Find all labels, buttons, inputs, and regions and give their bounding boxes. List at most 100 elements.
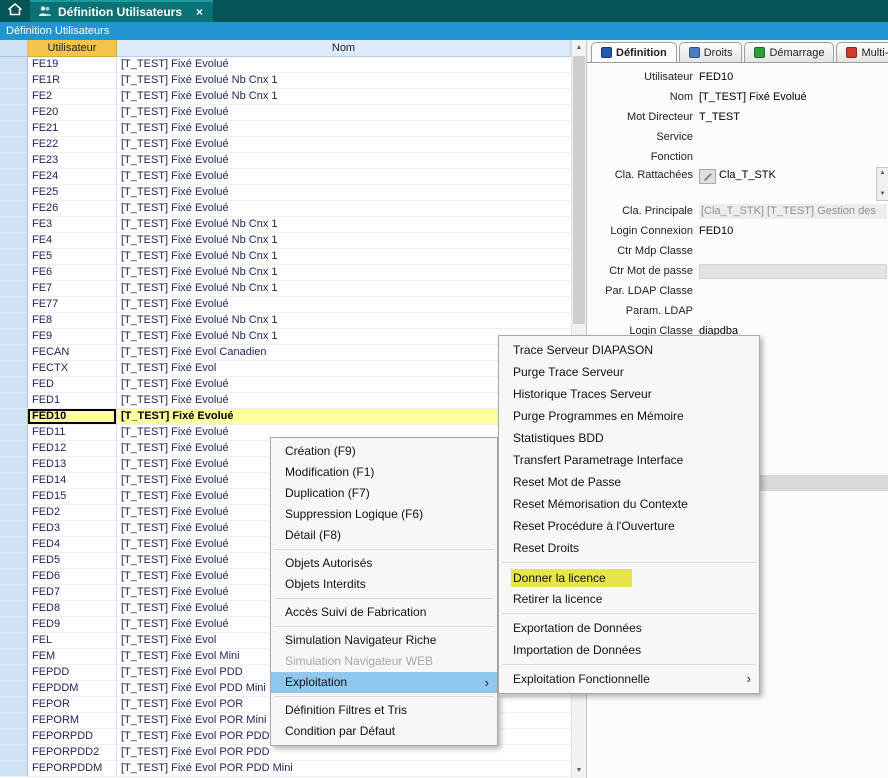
cell-utilisateur[interactable]: FEM [28,649,117,665]
cell-nom[interactable]: [T_TEST] Fixé Evolué Nb Cnx 1 [117,73,571,89]
cell-utilisateur[interactable]: FE8 [28,313,117,329]
table-row-feporpdd2[interactable]: FEPORPDD2[T_TEST] Fixé Evol POR PDD [0,745,571,761]
row-selector[interactable] [0,313,28,329]
cell-utilisateur[interactable]: FE24 [28,169,117,185]
cell-utilisateur[interactable]: FED5 [28,553,117,569]
cell-utilisateur[interactable]: FE19 [28,57,117,73]
submenu-item-historique-traces-serveur[interactable]: Historique Traces Serveur [499,383,759,405]
cell-utilisateur[interactable]: FE2 [28,89,117,105]
cell-utilisateur[interactable]: FE5 [28,249,117,265]
cell-utilisateur[interactable]: FE26 [28,201,117,217]
table-row-fe77[interactable]: FE77[T_TEST] Fixé Evolué [0,297,571,313]
tab-d-finition[interactable]: Définition [591,42,677,62]
cell-utilisateur[interactable]: FED13 [28,457,117,473]
submenu-item-importation-de-donn-es[interactable]: Importation de Données [499,639,759,661]
row-selector[interactable] [0,121,28,137]
row-selector[interactable] [0,105,28,121]
menu-item-exploitation[interactable]: Exploitation› [271,672,497,693]
row-selector[interactable] [0,217,28,233]
table-row-fe6[interactable]: FE6[T_TEST] Fixé Evolué Nb Cnx 1 [0,265,571,281]
field-scrollbar[interactable]: ▲▼ [876,169,888,184]
row-selector[interactable] [0,361,28,377]
submenu-item-statistiques-bdd[interactable]: Statistiques BDD [499,427,759,449]
table-row-fed10[interactable]: FED10[T_TEST] Fixé Evolué [0,409,571,425]
cell-nom[interactable]: [T_TEST] Fixé Evolué Nb Cnx 1 [117,233,571,249]
row-selector[interactable] [0,153,28,169]
row-selector[interactable] [0,457,28,473]
scroll-down-icon[interactable]: ▼ [572,763,586,778]
cell-nom[interactable]: [T_TEST] Fixé Evolué [117,137,571,153]
cell-utilisateur[interactable]: FE3 [28,217,117,233]
submenu-item-purge-trace-serveur[interactable]: Purge Trace Serveur [499,361,759,383]
row-selector[interactable] [0,377,28,393]
table-row-fe5[interactable]: FE5[T_TEST] Fixé Evolué Nb Cnx 1 [0,249,571,265]
cell-utilisateur[interactable]: FED6 [28,569,117,585]
row-selector[interactable] [0,633,28,649]
row-selector[interactable] [0,297,28,313]
cell-utilisateur[interactable]: FED1 [28,393,117,409]
menu-item-cr-ation-f9[interactable]: Création (F9) [271,441,497,462]
cell-utilisateur[interactable]: FE9 [28,329,117,345]
row-selector[interactable] [0,137,28,153]
row-selector[interactable] [0,201,28,217]
row-selector[interactable] [0,665,28,681]
table-row-fe24[interactable]: FE24[T_TEST] Fixé Evolué [0,169,571,185]
cell-utilisateur[interactable]: FED12 [28,441,117,457]
row-selector[interactable] [0,505,28,521]
row-selector[interactable] [0,425,28,441]
row-selector[interactable] [0,249,28,265]
table-row-fectx[interactable]: FECTX[T_TEST] Fixé Evol [0,361,571,377]
row-selector[interactable] [0,569,28,585]
table-row-fe2[interactable]: FE2[T_TEST] Fixé Evolué Nb Cnx 1 [0,89,571,105]
menu-item-d-finition-filtres-et-tris[interactable]: Définition Filtres et Tris [271,700,497,721]
row-selector[interactable] [0,57,28,73]
table-row-fe8[interactable]: FE8[T_TEST] Fixé Evolué Nb Cnx 1 [0,313,571,329]
submenu-item-reset-proc-dure-l-ouverture[interactable]: Reset Procédure à l'Ouverture [499,515,759,537]
cell-nom[interactable]: [T_TEST] Fixé Evolué [117,201,571,217]
row-selector[interactable] [0,601,28,617]
table-row-fed1[interactable]: FED1[T_TEST] Fixé Evolué [0,393,571,409]
table-row-fe9[interactable]: FE9[T_TEST] Fixé Evolué Nb Cnx 1 [0,329,571,345]
row-selector[interactable] [0,697,28,713]
home-button[interactable] [0,0,30,22]
table-row-fe20[interactable]: FE20[T_TEST] Fixé Evolué [0,105,571,121]
submenu-item-donner-la-licence[interactable]: Donner la licence [499,566,759,588]
cell-utilisateur[interactable]: FECAN [28,345,117,361]
cell-utilisateur[interactable]: FE77 [28,297,117,313]
table-row-fe4[interactable]: FE4[T_TEST] Fixé Evolué Nb Cnx 1 [0,233,571,249]
row-selector[interactable] [0,537,28,553]
cell-utilisateur[interactable]: FED9 [28,617,117,633]
tab-close-icon[interactable]: × [196,5,203,19]
row-selector[interactable] [0,473,28,489]
cell-nom[interactable]: [T_TEST] Fixé Evolué [117,297,571,313]
cell-utilisateur[interactable]: FED10 [28,409,117,425]
field-value-utilisateur[interactable]: FED10 [699,71,733,83]
field-value-nom[interactable]: [T_TEST] Fixé Evolué [699,91,807,103]
table-row-fe22[interactable]: FE22[T_TEST] Fixé Evolué [0,137,571,153]
row-selector[interactable] [0,265,28,281]
cell-utilisateur[interactable]: FED3 [28,521,117,537]
cell-utilisateur[interactable]: FED7 [28,585,117,601]
row-selector[interactable] [0,409,28,425]
cell-nom[interactable]: [T_TEST] Fixé Evolué [117,121,571,137]
cell-utilisateur[interactable]: FE6 [28,265,117,281]
row-selector[interactable] [0,681,28,697]
tab-d-marrage[interactable]: Démarrage [744,42,834,62]
menu-item-suppression-logique-f6[interactable]: Suppression Logique (F6) [271,504,497,525]
cell-utilisateur[interactable]: FEPDD [28,665,117,681]
row-selector[interactable] [0,729,28,745]
menu-item-condition-par-d-faut[interactable]: Condition par Défaut [271,721,497,742]
cell-nom[interactable]: [T_TEST] Fixé Evolué [117,153,571,169]
submenu-item-trace-serveur-diapason[interactable]: Trace Serveur DIAPASON [499,339,759,361]
table-row-fe7[interactable]: FE7[T_TEST] Fixé Evolué Nb Cnx 1 [0,281,571,297]
table-row-fe19[interactable]: FE19[T_TEST] Fixé Evolué [0,57,571,73]
cell-utilisateur[interactable]: FEPDDM [28,681,117,697]
row-selector[interactable] [0,329,28,345]
cell-utilisateur[interactable]: FE25 [28,185,117,201]
menu-item-d-tail-f8[interactable]: Détail (F8) [271,525,497,546]
cell-nom[interactable]: [T_TEST] Fixé Evolué [117,57,571,73]
cell-utilisateur[interactable]: FEPORPDDM [28,761,117,777]
row-selector[interactable] [0,169,28,185]
menu-item-acc-s-suivi-de-fabrication[interactable]: Accès Suivi de Fabrication [271,602,497,623]
cell-utilisateur[interactable]: FEPORPDD [28,729,117,745]
